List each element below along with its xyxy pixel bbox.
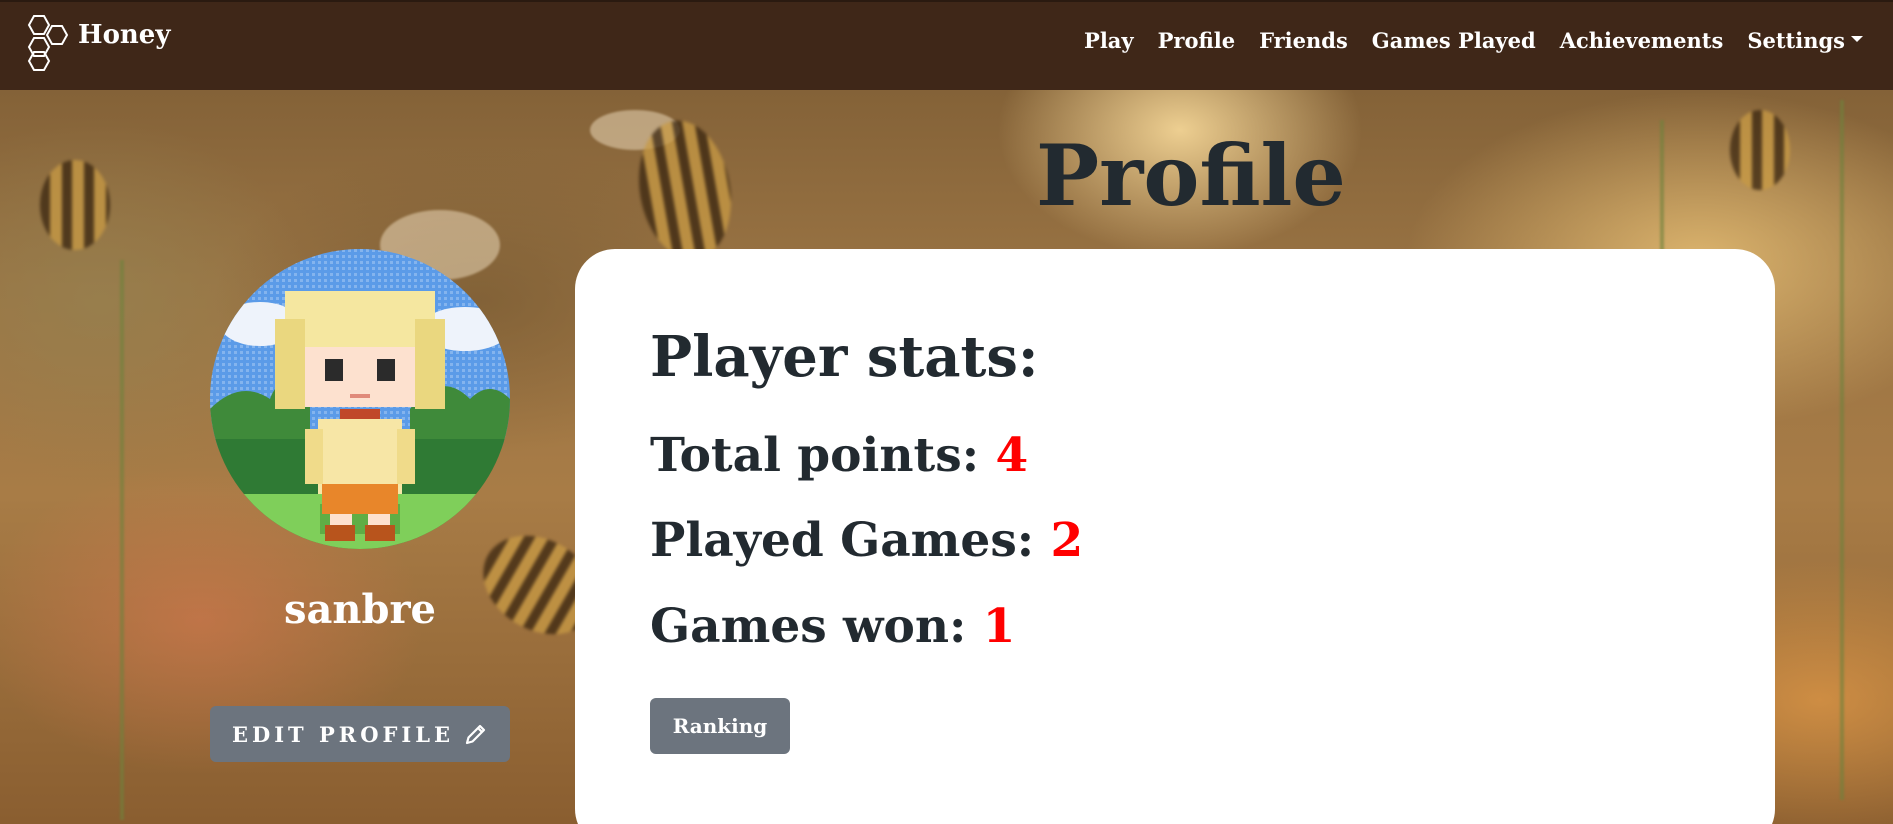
nav-friends[interactable]: Friends (1259, 28, 1348, 53)
settings-label: Settings (1747, 28, 1845, 53)
brand-link[interactable]: Honey (18, 12, 170, 74)
honeycomb-logo-icon (27, 15, 69, 71)
games-won-label: Games won: (650, 599, 983, 654)
played-games-value: 2 (1050, 513, 1084, 568)
nav-games-played[interactable]: Games Played (1372, 28, 1536, 53)
avatar (210, 249, 510, 549)
nav-play[interactable]: Play (1084, 28, 1134, 53)
navbar: Honey Play Profile Friends Games Played … (0, 0, 1893, 90)
username: sanbre (283, 586, 436, 633)
nav-profile[interactable]: Profile (1158, 28, 1235, 53)
played-games-label: Played Games: (650, 513, 1051, 568)
ranking-button[interactable]: Ranking (650, 698, 790, 754)
player-stats-heading: Player stats: (650, 324, 1039, 390)
caret-down-icon (1851, 35, 1863, 42)
total-points-label: Total points: (650, 428, 996, 483)
games-won-stat: Games won: 1 (650, 603, 1015, 650)
total-points-stat: Total points: 4 (650, 432, 1028, 479)
nav-settings-dropdown[interactable]: Settings (1747, 28, 1863, 53)
played-games-stat: Played Games: 2 (650, 517, 1083, 564)
page-title: Profile (1036, 126, 1346, 225)
pixel-girl-avatar-icon (210, 249, 510, 549)
player-stats-card: Player stats: Total points: 4 Played Gam… (575, 249, 1775, 824)
pencil-icon (465, 724, 486, 745)
nav-links: Play Profile Friends Games Played Achiev… (1084, 28, 1863, 53)
brand-name: Honey (78, 20, 171, 50)
games-won-value: 1 (982, 599, 1016, 654)
edit-profile-button[interactable]: EDIT PROFILE (210, 706, 510, 762)
edit-profile-label: EDIT PROFILE (231, 721, 455, 747)
nav-achievements[interactable]: Achievements (1560, 28, 1724, 53)
total-points-value: 4 (995, 428, 1029, 483)
